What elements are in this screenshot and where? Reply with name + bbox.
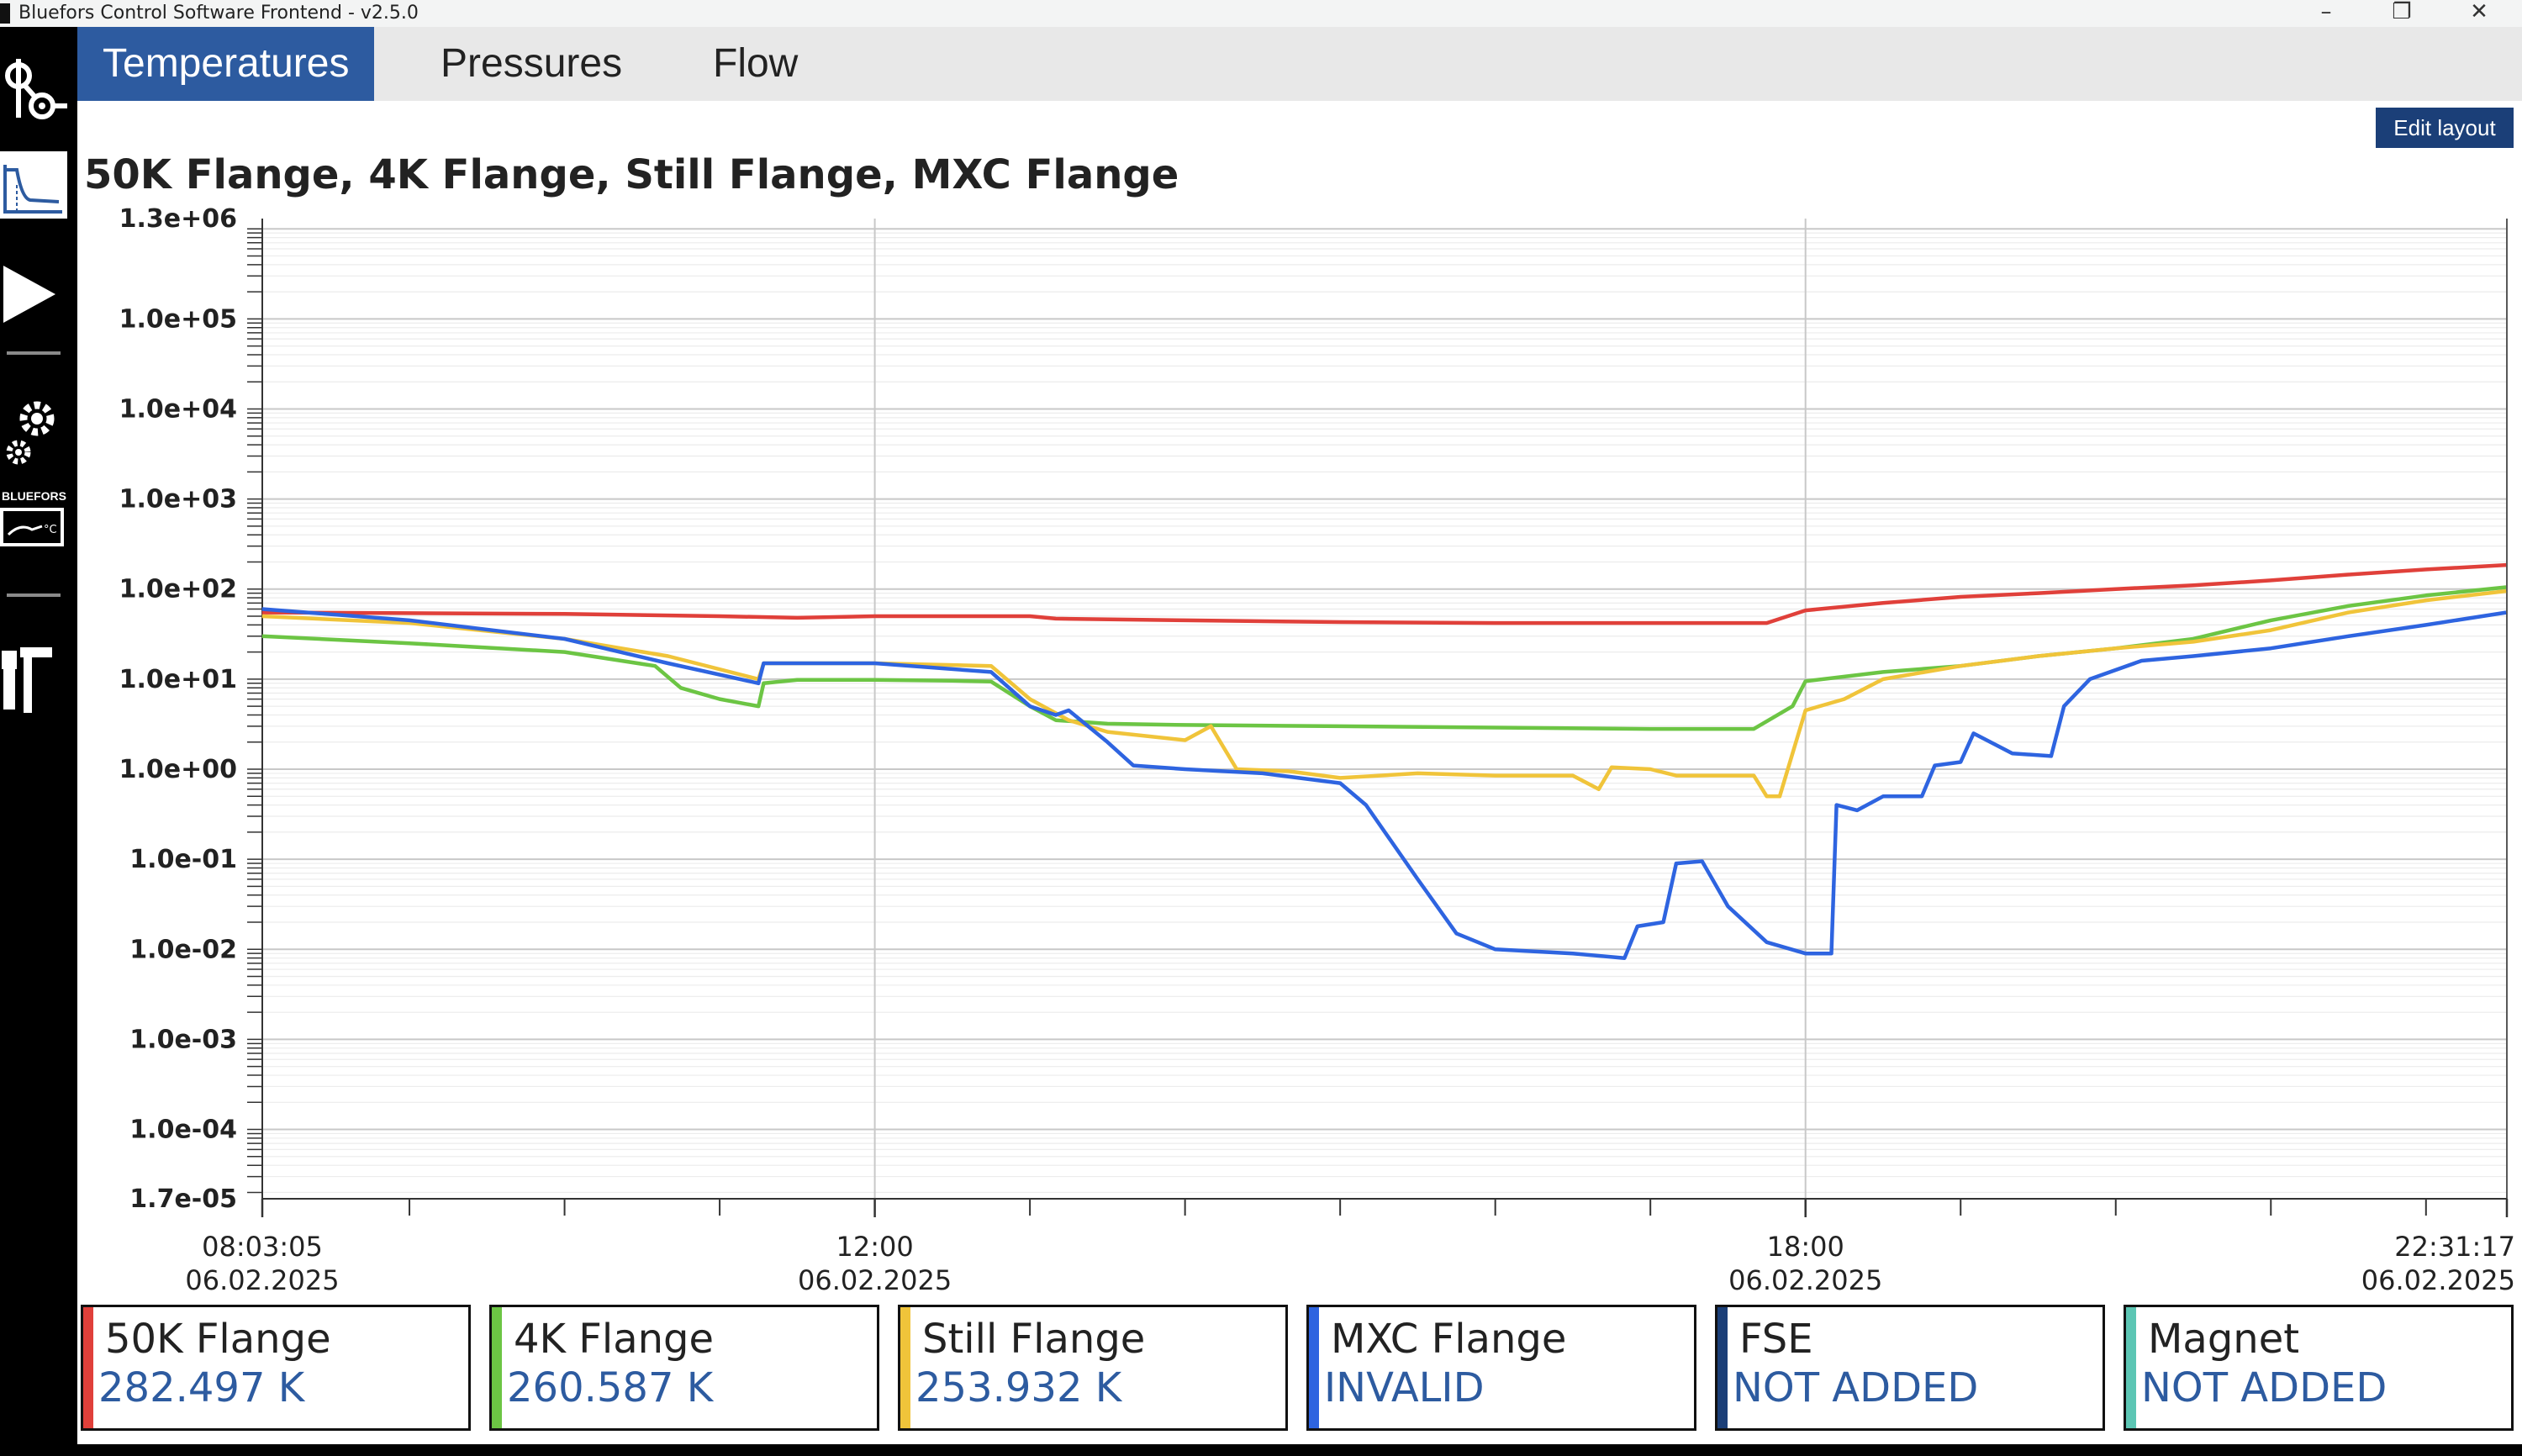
- x-tick-date: 06.02.2025: [185, 1264, 339, 1295]
- sidebar-separator: [7, 593, 61, 597]
- x-tick-label: 12:00: [836, 1231, 913, 1263]
- restore-button[interactable]: ❐: [2364, 0, 2440, 27]
- sidebar-item-tools[interactable]: [0, 629, 77, 738]
- legend-name: FSE: [1739, 1316, 1813, 1363]
- legend-name: MXC Flange: [1331, 1316, 1567, 1363]
- minimize-button[interactable]: –: [2288, 0, 2364, 27]
- app-icon: [0, 3, 10, 24]
- legend-item[interactable]: FSE NOT ADDED: [1715, 1305, 2105, 1431]
- legend-value: 253.932 K: [915, 1364, 1122, 1411]
- legend-color-bar: [900, 1307, 910, 1428]
- grid: [247, 219, 2508, 1199]
- legend-value: 282.497 K: [98, 1364, 305, 1411]
- window-title: Bluefors Control Software Frontend - v2.…: [18, 3, 419, 24]
- legend-color-bar: [1717, 1307, 1728, 1428]
- x-tick-date: 06.02.2025: [798, 1264, 952, 1295]
- x-tick-label: 18:00: [1767, 1231, 1844, 1263]
- y-tick-label: 1.0e-03: [129, 1025, 237, 1054]
- sidebar-item-play[interactable]: [0, 244, 77, 343]
- chart-title: 50K Flange, 4K Flange, Still Flange, MXC…: [84, 151, 1179, 198]
- gear-icon: [6, 401, 55, 465]
- sidebar: BLUEFORS °C: [0, 27, 77, 1456]
- graph-icon[interactable]: [0, 151, 67, 219]
- y-tick-label: 1.3e+06: [119, 204, 237, 234]
- tab-pressures[interactable]: Pressures: [415, 27, 647, 101]
- edit-layout-button[interactable]: Edit layout: [2376, 108, 2514, 148]
- series-line-50k-flange: [261, 562, 2507, 625]
- legend-value: NOT ADDED: [1733, 1364, 1979, 1411]
- sidebar-separator: [7, 351, 61, 355]
- legend-item[interactable]: Magnet NOT ADDED: [2124, 1305, 2514, 1431]
- y-tick-label: 1.7e-05: [129, 1184, 237, 1214]
- tab-flow[interactable]: Flow: [688, 27, 823, 101]
- legend-item[interactable]: Still Flange 253.932 K: [898, 1305, 1288, 1431]
- legend-color-bar: [1309, 1307, 1319, 1428]
- x-tick-label: 08:03:05: [202, 1231, 323, 1263]
- legend-color-bar: [492, 1307, 502, 1428]
- close-button[interactable]: ✕: [2441, 0, 2517, 27]
- legend-value: INVALID: [1324, 1364, 1485, 1411]
- tools-icon: [2, 647, 52, 713]
- legend-item[interactable]: 4K Flange 260.587 K: [489, 1305, 879, 1431]
- y-tick-label: 1.0e+01: [119, 665, 237, 694]
- y-tick-label: 1.0e+00: [119, 755, 237, 784]
- window-titlebar: Bluefors Control Software Frontend - v2.…: [0, 0, 2522, 28]
- y-tick-label: 1.0e-01: [129, 845, 237, 874]
- legend-name: 50K Flange: [105, 1316, 331, 1363]
- x-tick-date: 06.02.2025: [2361, 1264, 2515, 1295]
- legend-value: 260.587 K: [507, 1364, 714, 1411]
- play-icon: [3, 266, 55, 323]
- sidebar-item-settings[interactable]: [0, 380, 77, 481]
- tab-bar: Temperatures Pressures Flow: [77, 27, 2522, 101]
- x-tick-label: 22:31:17: [2394, 1231, 2515, 1263]
- y-tick-label: 1.0e-04: [129, 1116, 237, 1145]
- sidebar-item-bluefors-temperature[interactable]: BLUEFORS °C: [0, 488, 77, 572]
- x-tick-date: 06.02.2025: [1728, 1264, 1882, 1295]
- legend-name: Magnet: [2148, 1316, 2300, 1363]
- tab-temperatures[interactable]: Temperatures: [77, 27, 375, 101]
- y-tick-label: 1.0e-02: [129, 935, 237, 964]
- legend-value: NOT ADDED: [2141, 1364, 2387, 1411]
- bluefors-label: BLUEFORS: [2, 489, 66, 503]
- legend-item[interactable]: 50K Flange 282.497 K: [81, 1305, 471, 1431]
- gas-handling-icon: [5, 59, 67, 119]
- svg-text:°C: °C: [44, 524, 57, 536]
- y-tick-label: 1.0e+03: [119, 485, 237, 514]
- legend-item[interactable]: MXC Flange INVALID: [1306, 1305, 1696, 1431]
- y-tick-label: 1.0e+02: [119, 575, 237, 604]
- legend-name: Still Flange: [922, 1316, 1146, 1363]
- bottom-border: [0, 1444, 2522, 1456]
- y-tick-label: 1.0e+05: [119, 304, 237, 334]
- sidebar-item-gas-handling[interactable]: [0, 34, 77, 135]
- y-tick-label: 1.0e+04: [119, 394, 237, 424]
- legend-color-bar: [2126, 1307, 2136, 1428]
- legend-color-bar: [83, 1307, 93, 1428]
- legend-name: 4K Flange: [514, 1316, 715, 1363]
- temperature-chart[interactable]: 1.3e+06 1.0e+05 1.0e+04 1.0e+03 1.0e+02 1.0e+…: [77, 202, 2522, 1295]
